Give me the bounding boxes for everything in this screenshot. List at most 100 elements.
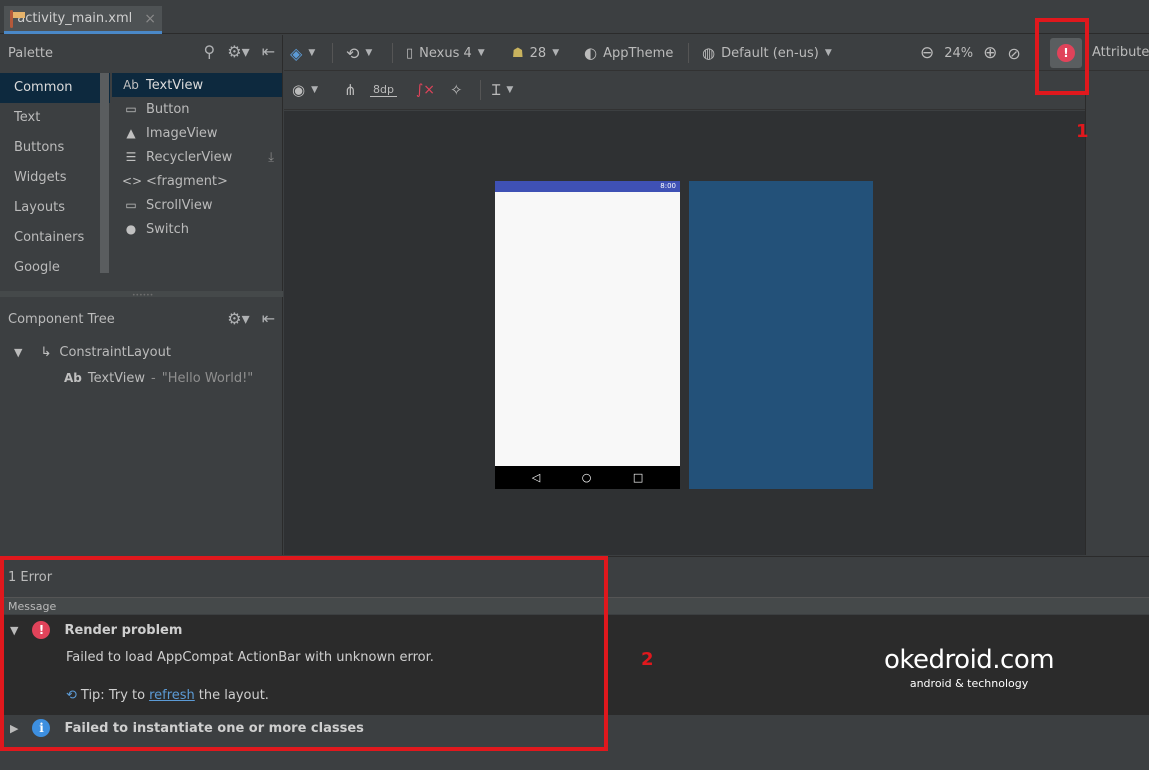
device-dropdown[interactable]: ▯ Nexus 4 ▼ xyxy=(406,35,485,71)
palette-items: Ab TextView ▭ Button ▲ ImageView ☰ Recyc… xyxy=(112,73,282,298)
gear-icon[interactable]: ⚙▾ xyxy=(227,42,249,61)
gear-icon[interactable]: ⚙▾ xyxy=(227,309,249,328)
image-icon: ▲ xyxy=(126,126,136,140)
component-tree-header: Component Tree ⚙▾ ⇤ xyxy=(0,303,283,335)
close-tab-icon[interactable]: × xyxy=(144,11,156,27)
constraint-toolbar: ◉ ▼ ⋔ 8dp ∫× ✧ Ɪ ▼ xyxy=(284,72,1085,110)
default-margin-button[interactable]: 8dp xyxy=(370,72,397,108)
category-layouts[interactable]: Layouts xyxy=(0,193,110,223)
tree-node-constraintlayout[interactable]: ▼ ↳ ConstraintLayout xyxy=(14,341,171,363)
attributes-tab[interactable]: Attributes xyxy=(1092,45,1149,60)
zoom-fit-icon[interactable]: ⊘ xyxy=(1007,44,1020,63)
palette-header: Palette ⚲ ⚙▾ ⇤ xyxy=(0,35,283,71)
collapse-panel-icon[interactable]: ⇤ xyxy=(262,42,275,61)
chevron-down-icon: ▼ xyxy=(824,48,832,58)
rotate-icon: ⟲ xyxy=(346,43,360,63)
orientation-dropdown[interactable]: ⟲ ▼ xyxy=(346,35,372,71)
palette-panel: Palette ⚲ ⚙▾ ⇤ Common Text Buttons Widge… xyxy=(0,35,283,555)
phone-status-bar: 8:00 xyxy=(495,181,680,192)
infer-constraints-button[interactable]: ✧ xyxy=(450,72,463,108)
divider xyxy=(332,43,333,63)
device-label: Nexus 4 xyxy=(419,45,472,61)
annotation-number-1: 1 xyxy=(1076,121,1089,142)
button-icon: ▭ xyxy=(125,102,137,116)
design-toolbar: ◈ ▼ ⟲ ▼ ▯ Nexus 4 ▼ ☗ 28 ▼ ◐ AppTheme ◍ De… xyxy=(284,35,1149,71)
palette-title: Palette xyxy=(8,45,54,61)
palette-item-label: ImageView xyxy=(146,125,218,141)
back-icon: ◁ xyxy=(531,471,541,484)
chevron-down-icon: ▼ xyxy=(477,48,485,58)
theme-dropdown[interactable]: ◐ AppTheme xyxy=(584,35,673,71)
palette-item-button[interactable]: ▭ Button xyxy=(112,97,282,121)
autoconnect-toggle[interactable]: ⋔ xyxy=(344,72,357,108)
category-common[interactable]: Common xyxy=(0,73,110,103)
zoom-out-icon[interactable]: ⊖ xyxy=(920,43,934,63)
watermark-brand: okedroid.com xyxy=(884,645,1055,675)
chevron-down-icon: ▼ xyxy=(311,85,319,95)
locale-label: Default (en-us) xyxy=(721,45,819,61)
palette-item-textview[interactable]: Ab TextView xyxy=(112,73,282,97)
magic-wand-icon: ✧ xyxy=(450,81,463,99)
list-icon: ☰ xyxy=(125,150,137,164)
category-google[interactable]: Google xyxy=(0,253,110,283)
guideline-icon: Ɪ xyxy=(492,81,501,99)
scrollview-icon: ▭ xyxy=(125,198,137,212)
zoom-in-icon[interactable]: ⊕ xyxy=(983,43,997,63)
textview-icon: Ab xyxy=(64,371,82,385)
globe-icon: ◍ xyxy=(702,44,716,62)
chevron-down-icon: ▼ xyxy=(552,48,560,58)
palette-item-scrollview[interactable]: ▭ ScrollView xyxy=(112,193,282,217)
palette-item-recyclerview[interactable]: ☰ RecyclerView ⤓ xyxy=(112,145,282,169)
constraint-layout-icon: ↳ xyxy=(40,344,52,360)
switch-icon: ● xyxy=(125,222,137,236)
locale-dropdown[interactable]: ◍ Default (en-us) ▼ xyxy=(702,35,832,71)
clear-constraints-icon: ∫× xyxy=(416,82,436,98)
margin-label: 8dp xyxy=(370,83,397,97)
divider xyxy=(392,43,393,63)
xml-file-icon xyxy=(10,9,27,28)
blueprint-preview[interactable] xyxy=(689,181,873,489)
palette-item-label: Switch xyxy=(146,221,189,237)
palette-item-label: ScrollView xyxy=(146,197,213,213)
category-containers[interactable]: Containers xyxy=(0,223,110,253)
design-canvas[interactable] xyxy=(284,111,1085,555)
component-tree-title: Component Tree xyxy=(8,311,115,327)
annotation-box-1 xyxy=(1035,18,1089,95)
download-icon[interactable]: ⤓ xyxy=(268,150,274,165)
palette-item-switch[interactable]: ● Switch xyxy=(112,217,282,241)
design-preview[interactable] xyxy=(495,181,680,489)
categories-scrollbar[interactable] xyxy=(100,73,109,273)
phone-nav-bar: ◁ ○ □ xyxy=(495,466,680,489)
divider xyxy=(688,43,689,63)
collapse-panel-icon[interactable]: ⇤ xyxy=(262,309,275,328)
attributes-panel xyxy=(1085,72,1149,555)
zoom-controls: ⊖ 24% ⊕ ⊘ xyxy=(920,35,1021,71)
chevron-down-icon: ▼ xyxy=(506,85,514,95)
expand-triangle-icon[interactable]: ▼ xyxy=(14,346,22,359)
splitter-grip-icon: •••••• xyxy=(132,292,154,299)
category-buttons[interactable]: Buttons xyxy=(0,133,110,163)
tree-node-text: "Hello World!" xyxy=(161,370,254,386)
palette-item-label: <fragment> xyxy=(146,173,228,189)
tree-node-textview[interactable]: Ab TextView - "Hello World!" xyxy=(64,367,253,389)
tree-node-label: ConstraintLayout xyxy=(59,344,171,360)
annotation-box-2 xyxy=(0,556,608,751)
phone-icon: ▯ xyxy=(406,45,414,61)
search-icon[interactable]: ⚲ xyxy=(204,42,216,61)
palette-categories: Common Text Buttons Widgets Layouts Cont… xyxy=(0,73,110,298)
palette-item-imageview[interactable]: ▲ ImageView xyxy=(112,121,282,145)
status-time: 8:00 xyxy=(660,182,676,190)
guidelines-dropdown[interactable]: Ɪ ▼ xyxy=(492,72,513,108)
clear-constraints-button[interactable]: ∫× xyxy=(416,72,435,108)
api-level-dropdown[interactable]: ☗ 28 ▼ xyxy=(512,35,559,71)
divider xyxy=(480,80,481,100)
eye-icon: ◉ xyxy=(292,81,306,99)
palette-item-fragment[interactable]: <> <fragment> xyxy=(112,169,282,193)
layers-dropdown[interactable]: ◈ ▼ xyxy=(290,35,315,71)
category-text[interactable]: Text xyxy=(0,103,110,133)
view-options-dropdown[interactable]: ◉ ▼ xyxy=(292,72,318,108)
theme-icon: ◐ xyxy=(584,44,598,62)
file-tab[interactable]: activity_main.xml × xyxy=(4,6,162,34)
category-widgets[interactable]: Widgets xyxy=(0,163,110,193)
file-tab-name: activity_main.xml xyxy=(17,11,133,26)
